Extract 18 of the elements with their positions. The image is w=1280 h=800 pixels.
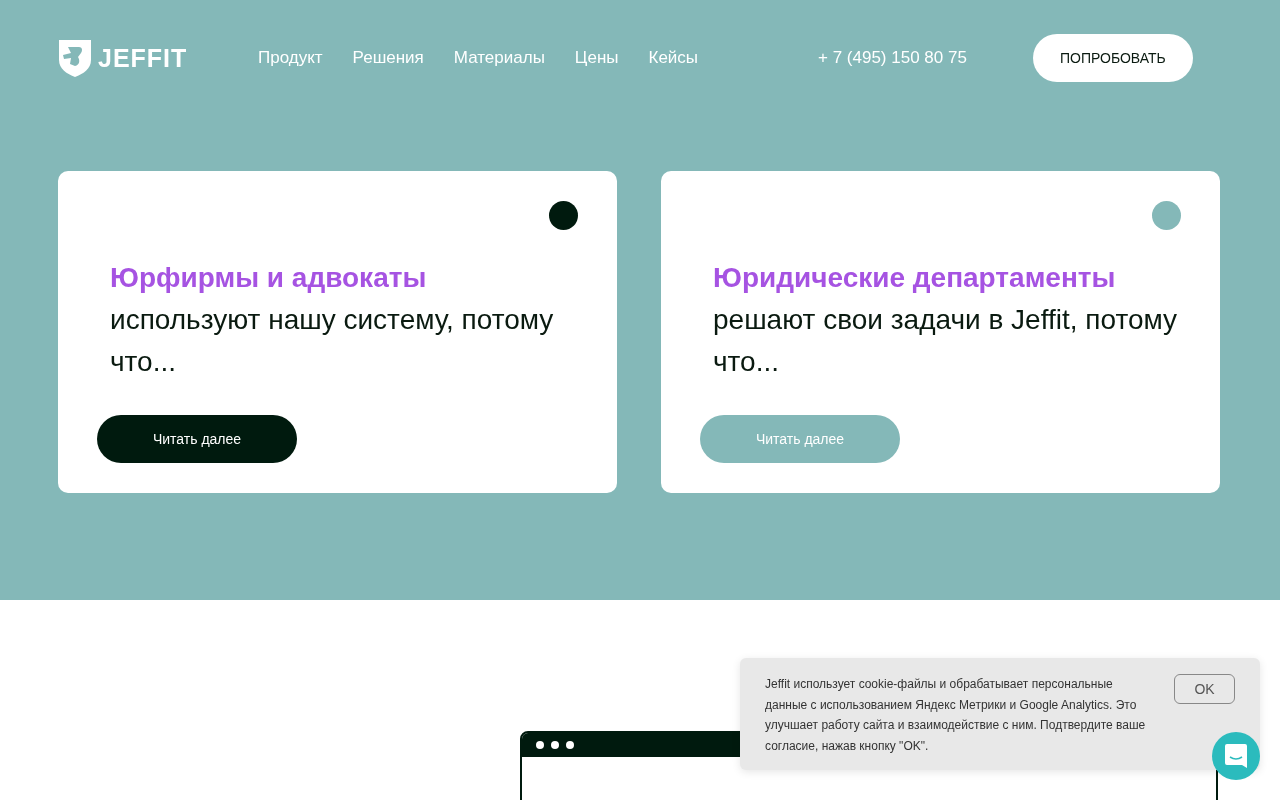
read-more-button[interactable]: Читать далее (700, 415, 900, 463)
try-button[interactable]: ПОПРОБОВАТЬ (1032, 34, 1193, 82)
chat-icon (1224, 743, 1248, 769)
nav-link[interactable]: Продукт (258, 48, 323, 68)
nav-link[interactable]: Решения (352, 48, 424, 68)
nav-link[interactable]: Цены (574, 48, 619, 68)
phone-link[interactable]: + 7 (495) 150 80 75 (818, 48, 967, 68)
card-text: решают свои задачи в Jeffit, потому что... (713, 303, 1179, 379)
cookie-text: Jeffit использует cookie-файлы и обрабатывает персональные данные с использованием Яндекс Метрики и Google Analytics. Это улучшает работу сайта и взаимодействие с ним. Подтвердите ваше согласие, нажав кнопку "OK". (765, 676, 1147, 755)
nav-link[interactable]: Материалы (453, 48, 545, 68)
card-text: используют нашу систему, потому что... (110, 303, 555, 379)
card-highlight: Юрфирмы и адвокаты (110, 261, 428, 295)
read-more-button[interactable]: Читать далее (97, 415, 297, 463)
shield-logo-icon (58, 39, 92, 77)
nav-link[interactable]: Кейсы (648, 48, 699, 68)
ok-button[interactable]: OK (1174, 674, 1235, 704)
logo-text: JEFFIT (98, 43, 188, 73)
card-highlight: Юридические департаменты (713, 261, 1117, 295)
